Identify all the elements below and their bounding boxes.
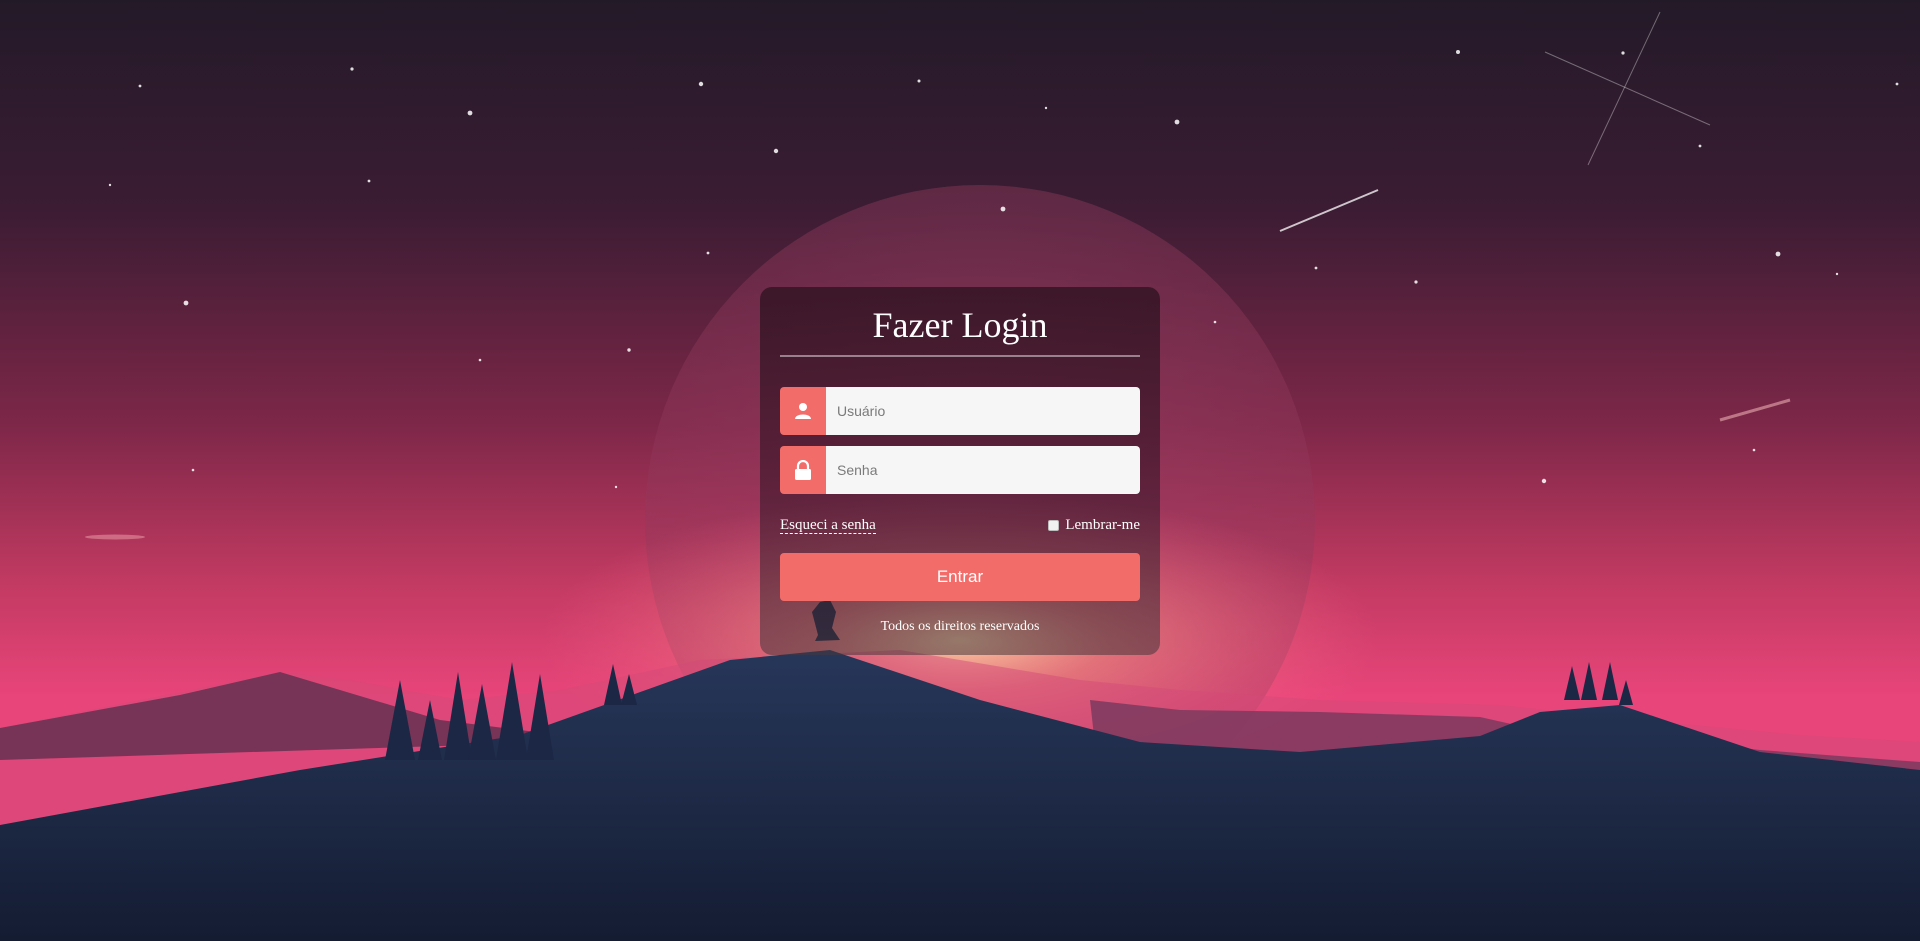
title-divider (780, 355, 1140, 357)
lock-icon (780, 446, 826, 494)
login-options-row: Esqueci a senha Lembrar-me (780, 515, 1140, 535)
user-icon (780, 387, 826, 435)
password-field-group (780, 446, 1140, 494)
remember-me-checkbox[interactable] (1048, 519, 1060, 531)
forgot-password-link[interactable]: Esqueci a senha (780, 517, 876, 534)
password-input[interactable] (826, 446, 1140, 494)
remember-me-label: Lembrar-me (1065, 516, 1140, 533)
login-submit-button[interactable]: Entrar (780, 553, 1140, 601)
username-input[interactable] (826, 387, 1140, 435)
username-field-group (780, 387, 1140, 435)
remember-me-option[interactable]: Lembrar-me (1048, 517, 1140, 534)
login-card: Fazer Login Esqueci a senha Lembrar-me E… (760, 287, 1160, 655)
page-title: Fazer Login (872, 305, 1048, 345)
copyright-text: Todos os direitos reservados (880, 619, 1040, 634)
